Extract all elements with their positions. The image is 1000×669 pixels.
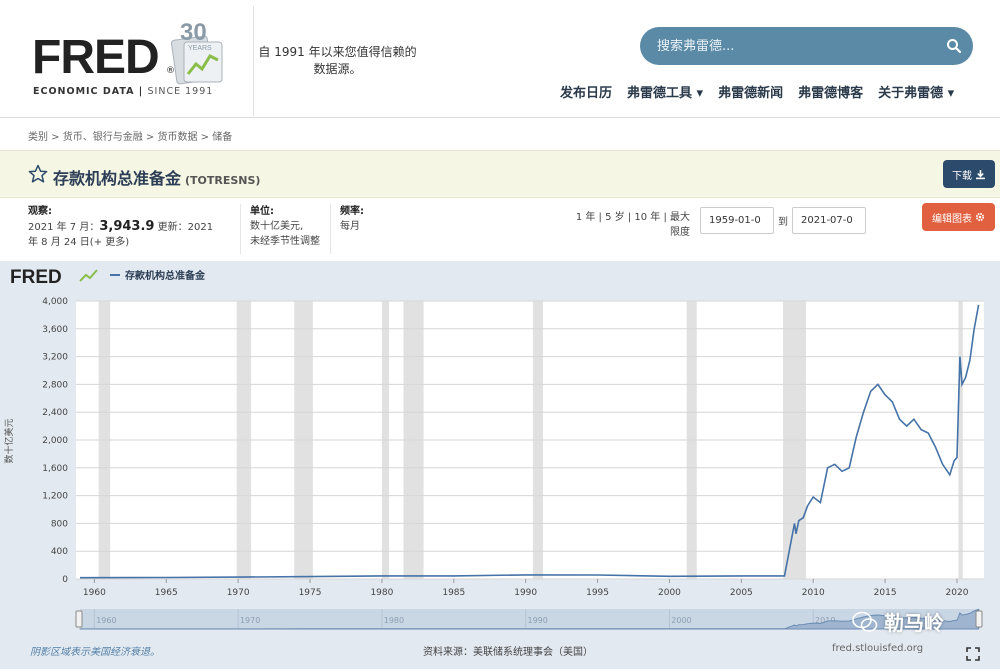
series-title-text: 存款机构总准备金 — [53, 169, 182, 188]
navigator-tick-label: 1980 — [384, 616, 404, 625]
wechat-icon — [852, 611, 878, 632]
thirty-years-badge-icon: 30 YEARS — [171, 19, 223, 85]
line-chart[interactable]: FRED 存款机构总准备金 0 400 800 1,200 1,600 2,000 2,40… — [0, 261, 1000, 669]
date-to-label: 到 — [778, 217, 788, 228]
site-link[interactable]: fred.stlouisfed.org — [832, 643, 923, 654]
y-tick-label: 3,600 — [42, 325, 68, 335]
units-block: 单位: 数十亿美元, 未经季节性调整 — [250, 206, 320, 247]
svg-text:30: 30 — [180, 19, 207, 46]
edit-graph-button[interactable]: 编辑图表 — [922, 203, 995, 231]
y-tick-label: 1,200 — [42, 492, 68, 502]
tagline: 自 1991 年以来您值得信赖的数据源。 — [258, 45, 417, 76]
navigator-tick-label: 1990 — [528, 616, 548, 625]
observation-label: 观察: — [28, 206, 52, 217]
frequency-block: 频率: 每月 — [340, 206, 364, 232]
x-tick-label: 1970 — [227, 588, 250, 598]
breadcrumb[interactable]: 类别 > 货币、银行与金融 > 货币数据 > 储备 — [28, 128, 232, 143]
main-nav: 发布日历 弗雷德工具 ▾ 弗雷德新闻 弗雷德博客 关于弗雷德 ▾ — [560, 82, 985, 102]
fullscreen-icon[interactable] — [966, 647, 980, 661]
observation-value: 3,943.9 — [99, 219, 155, 234]
chart-legend: FRED 存款机构总准备金 — [10, 267, 206, 288]
start-date-input[interactable]: 1959-01-0 — [700, 207, 774, 234]
search-icon[interactable] — [945, 37, 963, 55]
legend-label: 存款机构总准备金 — [125, 269, 206, 282]
navigator-tick-label: 1970 — [240, 616, 260, 625]
y-tick-label: 1,600 — [42, 464, 68, 474]
download-icon — [976, 169, 985, 179]
nav-about-fred[interactable]: 关于弗雷德 ▾ — [878, 82, 954, 102]
x-tick-label: 1965 — [155, 588, 178, 598]
y-tick-label: 2,000 — [42, 436, 68, 446]
navigator-right-handle[interactable] — [975, 610, 983, 628]
y-tick-label: 0 — [62, 575, 68, 585]
x-tick-label: 2015 — [874, 588, 897, 598]
fred-logo[interactable]: FRED — [32, 34, 160, 82]
observation-block: 观察: 2021 年 7 月：3,943.9 更新：2021 年 8 月 24 … — [28, 204, 228, 250]
navigator-tick-label: 1960 — [96, 616, 116, 625]
x-tick-label: 1990 — [514, 588, 537, 598]
logo-subtitle: ECONOMIC DATA | SINCE 1991 — [33, 86, 214, 97]
recession-note: 阴影区域表示美国经济衰退。 — [30, 647, 160, 658]
x-tick-label: 2005 — [730, 588, 753, 598]
download-button[interactable]: 下载 — [943, 160, 995, 188]
x-tick-label: 2020 — [946, 588, 969, 598]
navigator-tick-label: 2000 — [671, 616, 691, 625]
site-header: FRED ® ECONOMIC DATA | SINCE 1991 30 YEA… — [0, 0, 1000, 118]
series-title-bar: 存款机构总准备金 (TOTRESNS) 下载 — [0, 150, 1000, 198]
page-title: 存款机构总准备金 (TOTRESNS) — [53, 165, 260, 189]
y-tick-label: 400 — [51, 547, 68, 557]
y-axis-ticks: 0 400 800 1,200 1,600 2,000 2,400 2,800 3,200 3,6… — [42, 297, 68, 585]
chart-fred-logo: FRED — [10, 267, 62, 288]
observation-updated[interactable]: 年 8 月 24 日(+ 更多) — [28, 235, 228, 250]
info-divider — [240, 204, 241, 254]
chart-logo-mark-icon — [79, 269, 98, 282]
nav-fred-tools[interactable]: 弗雷德工具 ▾ — [627, 82, 703, 102]
gear-icon — [975, 212, 985, 222]
search-bar[interactable] — [640, 27, 973, 65]
x-tick-label: 1985 — [442, 588, 465, 598]
y-tick-label: 4,000 — [42, 297, 68, 307]
y-axis-label: 数十亿美元 — [3, 418, 15, 463]
star-icon[interactable] — [28, 164, 48, 184]
x-tick-label: 1975 — [299, 588, 322, 598]
x-tick-label: 2010 — [802, 588, 825, 598]
info-divider — [330, 204, 331, 254]
nav-fred-news[interactable]: 弗雷德新闻 — [718, 82, 783, 102]
end-date-input[interactable]: 2021-07-0 — [792, 207, 866, 234]
search-input[interactable] — [657, 27, 937, 65]
nav-release-calendar[interactable]: 发布日历 — [560, 82, 612, 102]
y-tick-label: 3,200 — [42, 353, 68, 363]
series-code: (TOTRESNS) — [185, 174, 261, 187]
x-tick-label: 1995 — [586, 588, 609, 598]
svg-text:YEARS: YEARS — [188, 45, 212, 52]
x-axis-ticks: 1960 1965 1970 1975 1980 1985 1990 1995 2000 2005… — [83, 579, 969, 598]
navigator-left-handle[interactable] — [75, 610, 83, 628]
y-tick-label: 800 — [51, 519, 68, 529]
series-info-row: 观察: 2021 年 7 月：3,943.9 更新：2021 年 8 月 24 … — [0, 198, 1000, 260]
header-divider — [253, 6, 254, 116]
watermark: 勒马岭 — [852, 607, 944, 636]
chart-panel: FRED 存款机构总准备金 0 400 800 1,200 1,600 2,000 2,40… — [0, 261, 1000, 669]
nav-fred-blog[interactable]: 弗雷德博客 — [798, 82, 863, 102]
source-note[interactable]: 资料来源：美联储系统理事会（美国） — [423, 643, 593, 658]
y-tick-label: 2,400 — [42, 408, 68, 418]
range-selector[interactable]: 1 年 | 5 岁 | 10 年 | 最大 限度 — [572, 210, 690, 240]
x-tick-label: 1980 — [370, 588, 393, 598]
x-tick-label: 1960 — [83, 588, 106, 598]
x-tick-label: 2000 — [658, 588, 681, 598]
y-tick-label: 2,800 — [42, 380, 68, 390]
